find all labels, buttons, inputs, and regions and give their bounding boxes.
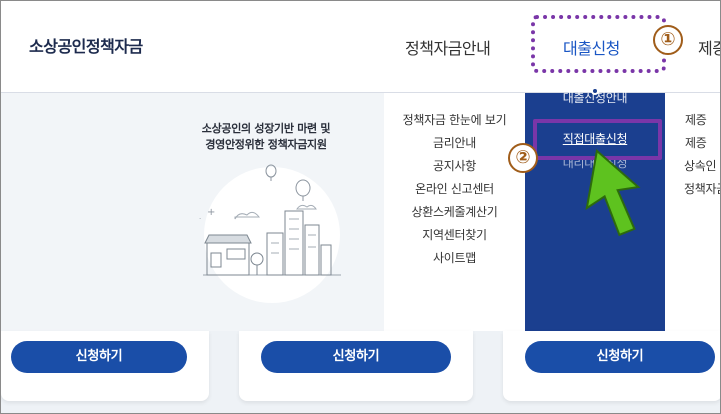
menu-link-online-report[interactable]: 온라인 신고센터 — [384, 180, 525, 197]
browser-viewport: 소상공인정책자금 정책자금안내 대출신청 제증 ① 소상공인의 성장기반 마련 … — [0, 0, 721, 414]
apply-button[interactable]: 신청하기 — [11, 341, 187, 373]
promo-slogan-line1: 소상공인의 성장기반 마련 및 — [201, 122, 331, 135]
city-illustration: + · — [199, 164, 341, 303]
arrow-cursor-icon — [585, 149, 641, 237]
menu-link-repayment-calculator[interactable]: 상환스케줄계산기 — [384, 203, 525, 220]
menu-link-sitemap[interactable]: 사이트맵 — [384, 249, 525, 266]
step-1-badge: ① — [653, 25, 683, 55]
svg-text:·: · — [199, 215, 201, 223]
service-cards: 신청하기 신청하기 신청하기 — [1, 331, 720, 413]
nav-policy-fund-info[interactable]: 정책자금안내 — [405, 35, 491, 59]
menu-link-cert-2[interactable]: 제증 — [685, 134, 707, 151]
menu-link-cert-1[interactable]: 제증 — [685, 111, 707, 128]
menu-link-notices[interactable]: 공지사항 — [384, 157, 525, 174]
apply-button[interactable]: 신청하기 — [525, 341, 715, 373]
step-2-badge: ② — [508, 143, 538, 173]
service-card: 신청하기 — [239, 331, 473, 401]
highlight-box-loan-nav — [531, 15, 666, 73]
menu-pointer-dot — [591, 87, 599, 95]
nav-certificates[interactable]: 제증 — [698, 35, 720, 59]
menu-column-policy-info: 정책자금 한눈에 보기 금리안내 공지사항 온라인 신고센터 상환스케줄계산기 … — [384, 93, 525, 331]
menu-link-heir[interactable]: 상속인 — [684, 157, 717, 174]
apply-button[interactable]: 신청하기 — [261, 341, 451, 373]
promo-slogan-line2: 경영안정위한 정책자금지원 — [205, 138, 327, 151]
service-card: 신청하기 — [1, 331, 209, 401]
site-header: 소상공인정책자금 정책자금안내 대출신청 제증 ① — [1, 1, 720, 93]
site-logo[interactable]: 소상공인정책자금 — [29, 33, 143, 57]
mega-menu-promo: 소상공인의 성장기반 마련 및 경영안정위한 정책자금지원 + · — [1, 93, 384, 331]
menu-link-policy-overview[interactable]: 정책자금 한눈에 보기 — [384, 111, 525, 128]
menu-link-interest-rate[interactable]: 금리안내 — [384, 134, 525, 151]
promo-slogan: 소상공인의 성장기반 마련 및 경영안정위한 정책자금지원 — [161, 121, 371, 153]
service-card: 신청하기 — [503, 331, 720, 401]
svg-text:+: + — [207, 207, 215, 218]
menu-column-certificates: 제증 제증 상속인 정책자금 — [665, 93, 720, 331]
menu-link-policy-fund[interactable]: 정책자금 — [684, 180, 720, 197]
menu-link-find-center[interactable]: 지역센터찾기 — [384, 226, 525, 243]
